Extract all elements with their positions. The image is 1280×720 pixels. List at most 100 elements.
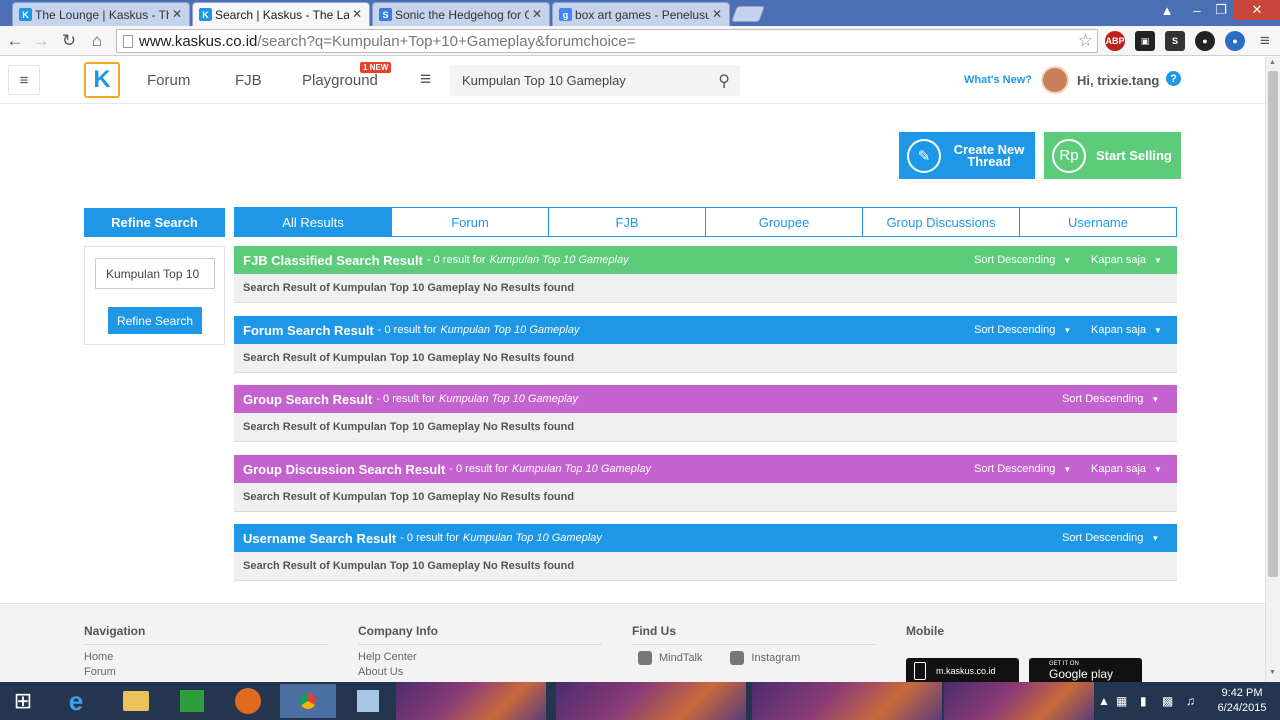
- result-header: Group Search Result - 0 result for Kumpu…: [234, 385, 1177, 413]
- user-profile-icon[interactable]: ▲: [1154, 0, 1180, 20]
- volume-icon[interactable]: ♫: [1186, 694, 1195, 708]
- tab-close-icon[interactable]: ✕: [712, 7, 722, 21]
- tray-icon[interactable]: ▮: [1140, 694, 1147, 708]
- user-greeting[interactable]: Hi, trixie.tang: [1077, 73, 1159, 88]
- taskbar-window-thumbnail[interactable]: [556, 682, 746, 720]
- tab-username[interactable]: Username: [1020, 208, 1176, 236]
- sort-dropdown[interactable]: Sort Descending ▼: [974, 463, 1071, 475]
- tab-fjb[interactable]: FJB: [549, 208, 706, 236]
- footer-link-forum[interactable]: Forum: [84, 666, 328, 678]
- sort-label: Sort Descending: [1062, 532, 1144, 544]
- bookmark-star-icon[interactable]: ☆: [1078, 31, 1093, 51]
- help-icon[interactable]: ?: [1166, 71, 1181, 86]
- caret-down-icon: ▼: [1154, 326, 1162, 335]
- refine-search-input[interactable]: [95, 258, 215, 289]
- create-thread-label: Create New Thread: [953, 141, 1025, 169]
- minimize-button[interactable]: –: [1184, 0, 1210, 20]
- taskbar-window-thumbnail[interactable]: [944, 682, 1094, 720]
- sort-label: Sort Descending: [1062, 393, 1144, 405]
- sort-dropdown[interactable]: Sort Descending ▼: [974, 254, 1071, 266]
- nav-forum[interactable]: Forum: [147, 72, 190, 89]
- whats-new-link[interactable]: What's New?: [964, 74, 1032, 86]
- sort-dropdown[interactable]: Sort Descending ▼: [1062, 532, 1159, 544]
- forward-arrow-icon[interactable]: →: [30, 30, 52, 52]
- start-button-icon[interactable]: ⊞: [0, 684, 46, 718]
- mobile-site-badge[interactable]: m.kaskus.co.id: [906, 658, 1019, 684]
- extension-icon[interactable]: ▣: [1135, 31, 1155, 51]
- start-selling-button[interactable]: Rp Start Selling: [1044, 132, 1181, 179]
- browser-tab-search[interactable]: K Search | Kaskus - The Larg ✕: [192, 2, 370, 26]
- internet-explorer-icon[interactable]: e: [48, 684, 104, 718]
- scrollbar-thumb[interactable]: [1268, 71, 1278, 577]
- window-close-button[interactable]: ✕: [1234, 0, 1280, 20]
- kaskus-logo[interactable]: K: [84, 62, 120, 98]
- refine-search-button[interactable]: Refine Search: [108, 307, 202, 334]
- scroll-down-icon[interactable]: ▼: [1269, 669, 1276, 676]
- new-badge: 1 NEW: [360, 62, 392, 73]
- sort-dropdown[interactable]: Sort Descending ▼: [1062, 393, 1159, 405]
- nav-playground[interactable]: Playground: [302, 72, 378, 89]
- footer-link-home[interactable]: Home: [84, 651, 328, 663]
- file-explorer-icon[interactable]: [108, 684, 164, 718]
- new-tab-button[interactable]: [731, 6, 765, 22]
- scroll-up-icon[interactable]: ▲: [1269, 59, 1276, 66]
- kaskus-favicon-icon: K: [199, 8, 212, 21]
- browser-tab-sonic[interactable]: S Sonic the Hedgehog for G ✕: [372, 2, 550, 26]
- time-dropdown[interactable]: Kapan saja ▼: [1091, 254, 1162, 266]
- tab-all-results[interactable]: All Results: [235, 208, 392, 236]
- taskbar-clock[interactable]: 9:42 PM 6/24/2015: [1210, 686, 1274, 716]
- google-play-badge[interactable]: GET IT ON Google play: [1029, 658, 1142, 684]
- taskbar-window-thumbnail[interactable]: [396, 682, 546, 720]
- back-arrow-icon[interactable]: ←: [4, 30, 26, 52]
- tab-close-icon[interactable]: ✕: [352, 7, 362, 21]
- firefox-icon[interactable]: [220, 684, 276, 718]
- avatar[interactable]: [1041, 66, 1069, 94]
- browser-tab-google[interactable]: g box art games - Penelusur ✕: [552, 2, 730, 26]
- result-message: Search Result of Kumpulan Top 10 Gamepla…: [234, 413, 1177, 442]
- tab-forum[interactable]: Forum: [392, 208, 549, 236]
- search-icon[interactable]: ⚲: [718, 71, 730, 91]
- extension-icon[interactable]: ●: [1225, 31, 1245, 51]
- site-header: ≡ K Forum FJB Playground 1 NEW ≡ Kumpula…: [0, 57, 1265, 104]
- page-scrollbar[interactable]: ▲ ▼: [1265, 57, 1280, 682]
- tray-chevron-icon[interactable]: ▲: [1098, 694, 1110, 708]
- extension-icon[interactable]: ●: [1195, 31, 1215, 51]
- tab-close-icon[interactable]: ✕: [172, 7, 182, 21]
- footer-link-help-center[interactable]: Help Center: [358, 651, 602, 663]
- tab-title: box art games - Penelusur: [575, 7, 709, 22]
- time-dropdown[interactable]: Kapan saja ▼: [1091, 463, 1162, 475]
- tab-groupee[interactable]: Groupee: [706, 208, 863, 236]
- result-term: Kumpulan Top 10 Gameplay: [511, 463, 651, 475]
- time-dropdown[interactable]: Kapan saja ▼: [1091, 324, 1162, 336]
- fjb-result-section: FJB Classified Search Result - 0 result …: [234, 246, 1177, 303]
- home-icon[interactable]: ⌂: [86, 30, 108, 52]
- footer-navigation: Navigation Home Forum: [84, 624, 328, 678]
- sidebar-menu-icon[interactable]: ≡: [8, 65, 40, 95]
- footer-link-mindtalk[interactable]: MindTalk: [638, 651, 702, 665]
- caret-down-icon: ▼: [1151, 534, 1160, 543]
- site-search-input[interactable]: Kumpulan Top 10 Gameplay ⚲: [450, 65, 740, 96]
- taskbar-window-thumbnail[interactable]: [752, 682, 942, 720]
- tray-icon[interactable]: ▦: [1116, 694, 1127, 708]
- sort-dropdown[interactable]: Sort Descending ▼: [974, 324, 1071, 336]
- create-new-thread-button[interactable]: ✎ Create New Thread: [899, 132, 1035, 179]
- store-icon[interactable]: [164, 684, 220, 718]
- address-bar[interactable]: www.kaskus.co.id/search?q=Kumpulan+Top+1…: [116, 29, 1098, 53]
- footer-link-instagram[interactable]: Instagram: [730, 651, 800, 665]
- footer-link-about-us[interactable]: About Us: [358, 666, 602, 678]
- maximize-button[interactable]: ❐: [1208, 0, 1234, 20]
- chrome-taskbar-icon[interactable]: [280, 684, 336, 718]
- caret-down-icon: ▼: [1154, 465, 1162, 474]
- nav-fjb[interactable]: FJB: [235, 72, 262, 89]
- footer-heading: Find Us: [632, 624, 876, 645]
- extension-icon[interactable]: S: [1165, 31, 1185, 51]
- menu-icon[interactable]: ≡: [420, 69, 431, 91]
- browser-tab-lounge[interactable]: K The Lounge | Kaskus - The ✕: [12, 2, 190, 26]
- tab-group-discussions[interactable]: Group Discussions: [863, 208, 1020, 236]
- notepad-icon[interactable]: [340, 684, 396, 718]
- adblock-extension-icon[interactable]: ABP: [1105, 31, 1125, 51]
- reload-icon[interactable]: ↻: [58, 30, 80, 52]
- tab-close-icon[interactable]: ✕: [532, 7, 542, 21]
- chrome-menu-icon[interactable]: ≡: [1254, 30, 1276, 52]
- network-icon[interactable]: ▩: [1162, 694, 1173, 708]
